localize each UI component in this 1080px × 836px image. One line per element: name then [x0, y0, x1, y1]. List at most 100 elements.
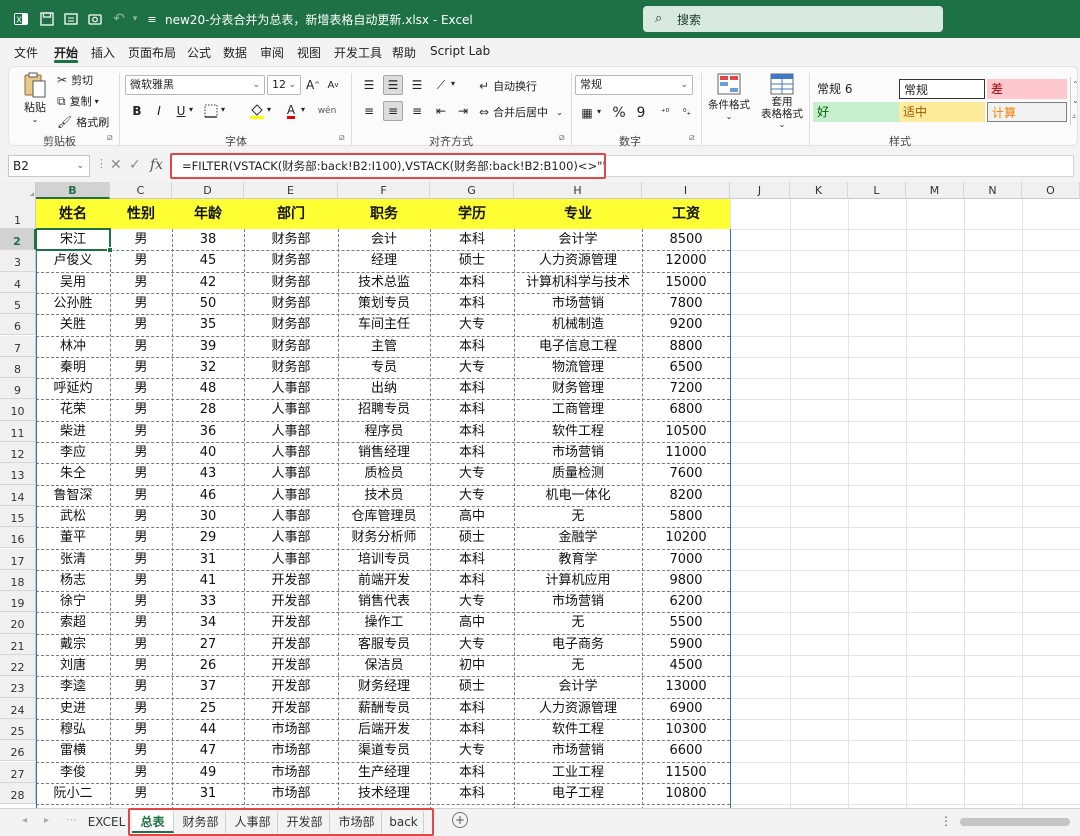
table-cell[interactable]: 渠道专员	[338, 740, 430, 761]
style-bad[interactable]: 差	[987, 79, 1067, 99]
table-cell[interactable]: 李俊	[36, 762, 110, 783]
table-cell[interactable]: 李应	[36, 442, 110, 463]
fill-color-dropdown-icon[interactable]: ▾	[267, 105, 271, 114]
format-as-table-button[interactable]: 套用 表格格式 ⌄	[757, 73, 807, 129]
table-cell[interactable]: 武松	[36, 506, 110, 527]
table-cell[interactable]: 10200	[642, 527, 730, 548]
add-sheet-icon[interactable]: +	[452, 812, 468, 828]
more-sheets-icon[interactable]: ⋯	[66, 813, 77, 826]
column-header[interactable]: K	[790, 182, 848, 199]
table-cell[interactable]: 市场营销	[514, 293, 642, 314]
tab-insert[interactable]: 插入	[91, 44, 115, 61]
column-header[interactable]: H	[514, 182, 642, 199]
tab-help[interactable]: 帮助	[392, 44, 416, 61]
decrease-decimal-button[interactable]: ⁰₊	[677, 103, 697, 123]
table-cell[interactable]: 大专	[430, 314, 514, 335]
table-cell[interactable]: 市场营销	[514, 442, 642, 463]
table-cell[interactable]: 男	[110, 357, 172, 378]
style-normal[interactable]: 常规	[899, 79, 985, 99]
align-top-button[interactable]: ☰	[359, 75, 379, 95]
table-cell[interactable]: 开发部	[244, 612, 338, 633]
table-cell[interactable]: 销售代表	[338, 591, 430, 612]
table-cell[interactable]: 关胜	[36, 314, 110, 335]
table-cell[interactable]: 市场部	[244, 783, 338, 804]
increase-indent-button[interactable]: ⇥	[453, 101, 473, 121]
row-header[interactable]: 16	[0, 527, 36, 549]
table-cell[interactable]: 7000	[642, 549, 730, 570]
table-cell[interactable]: 后端开发	[338, 719, 430, 740]
table-cell[interactable]: 46	[172, 485, 244, 506]
table-cell[interactable]: 40	[172, 442, 244, 463]
table-cell[interactable]: 43	[172, 463, 244, 484]
table-cell[interactable]: 市场营销	[514, 740, 642, 761]
table-cell[interactable]: 本科	[430, 570, 514, 591]
table-cell[interactable]: 会计	[338, 229, 430, 250]
table-cell[interactable]: 金融学	[514, 527, 642, 548]
table-cell[interactable]: 计算机应用	[514, 570, 642, 591]
table-cell[interactable]: 高中	[430, 506, 514, 527]
table-header-cell[interactable]: 专业	[514, 199, 642, 229]
table-cell[interactable]: 男	[110, 336, 172, 357]
row-header[interactable]: 4	[0, 271, 36, 293]
table-cell[interactable]: 30	[172, 506, 244, 527]
table-cell[interactable]: 招聘专员	[338, 399, 430, 420]
table-cell[interactable]: 7800	[642, 293, 730, 314]
table-cell[interactable]: 9800	[642, 570, 730, 591]
table-cell[interactable]: 硕士	[430, 250, 514, 271]
row-header[interactable]: 7	[0, 335, 36, 357]
table-cell[interactable]: 人事部	[244, 549, 338, 570]
table-cell[interactable]: 6800	[642, 399, 730, 420]
table-cell[interactable]: 软件工程	[514, 421, 642, 442]
table-cell[interactable]: 财务管理	[514, 378, 642, 399]
table-cell[interactable]: 高中	[430, 612, 514, 633]
row-header[interactable]: 9	[0, 378, 36, 400]
table-cell[interactable]: 徐宁	[36, 591, 110, 612]
row-header[interactable]: 28	[0, 782, 36, 805]
table-cell[interactable]: 本科	[430, 293, 514, 314]
row-header[interactable]: 27	[0, 761, 36, 783]
table-cell[interactable]: 技术员	[338, 485, 430, 506]
table-cell[interactable]: 电子商务	[514, 634, 642, 655]
table-cell[interactable]: 本科	[430, 549, 514, 570]
split-handle-icon[interactable]: ⋮	[940, 814, 952, 828]
row-header[interactable]: 6	[0, 314, 36, 336]
worksheet-grid[interactable]: 姓名 性别 年龄 部门 职务 学历 专业 工资 宋江男 38 财务部 会计 本科 会计学 8500 卢俊义男 4…	[0, 182, 1080, 808]
table-cell[interactable]: 经理	[338, 250, 430, 271]
border-button[interactable]	[201, 101, 221, 121]
table-cell[interactable]: 男	[110, 272, 172, 293]
table-cell[interactable]: 会计学	[514, 229, 642, 250]
table-cell[interactable]: 本科	[430, 272, 514, 293]
table-cell[interactable]: 刘唐	[36, 655, 110, 676]
table-cell[interactable]: 本科	[430, 378, 514, 399]
table-cell[interactable]: 12000	[642, 250, 730, 271]
row-header[interactable]: 14	[0, 484, 36, 506]
row-header[interactable]: 8	[0, 356, 36, 379]
table-cell[interactable]: 男	[110, 591, 172, 612]
table-cell[interactable]: 男	[110, 485, 172, 506]
table-cell[interactable]: 男	[110, 506, 172, 527]
table-cell[interactable]: 本科	[430, 336, 514, 357]
table-cell[interactable]: 市场营销	[514, 591, 642, 612]
table-cell[interactable]: 财务部	[244, 357, 338, 378]
table-cell[interactable]: 7200	[642, 378, 730, 399]
table-cell[interactable]: 无	[514, 612, 642, 633]
table-cell[interactable]: 财务经理	[338, 676, 430, 697]
orientation-button[interactable]: ⟋	[431, 75, 451, 95]
currency-dropdown-icon[interactable]: ▾	[597, 107, 601, 116]
table-cell[interactable]: 鲁智深	[36, 485, 110, 506]
row-header[interactable]: 23	[0, 676, 36, 698]
alignment-launcher-icon[interactable]: ⧄	[559, 133, 565, 143]
table-cell[interactable]: 25	[172, 698, 244, 719]
row-header[interactable]: 2	[0, 229, 36, 251]
table-cell[interactable]: 7600	[642, 463, 730, 484]
table-cell[interactable]: 开发部	[244, 570, 338, 591]
table-cell[interactable]: 财务分析师	[338, 527, 430, 548]
table-cell[interactable]: 车间主任	[338, 314, 430, 335]
table-cell[interactable]: 33	[172, 591, 244, 612]
table-cell[interactable]: 李逵	[36, 676, 110, 697]
table-cell[interactable]: 男	[110, 655, 172, 676]
table-cell[interactable]: 出纳	[338, 378, 430, 399]
table-cell[interactable]: 男	[110, 762, 172, 783]
table-cell[interactable]: 财务部	[244, 250, 338, 271]
table-cell[interactable]: 男	[110, 527, 172, 548]
